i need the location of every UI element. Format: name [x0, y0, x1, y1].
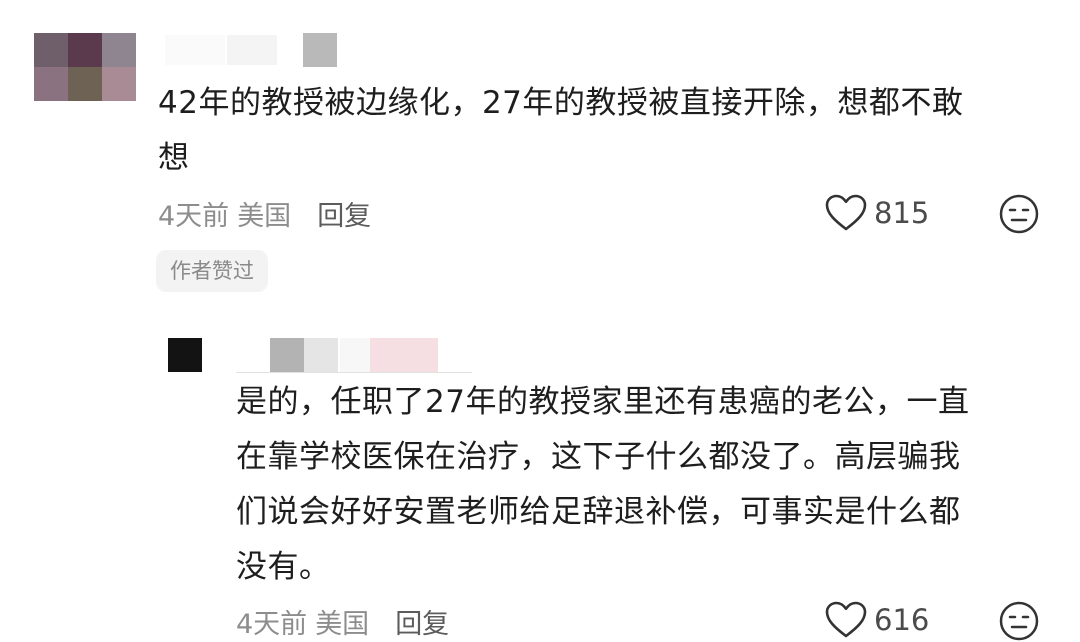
like-button[interactable]: 815 — [824, 193, 929, 233]
reply-text-line: 们说会好好安置老师给足辞退补偿，可事实是什么都 — [236, 494, 961, 530]
author-liked-badge: 作者赞过 — [156, 250, 268, 292]
reply-like-button[interactable]: 616 — [824, 600, 929, 640]
reply-button[interactable]: 回复 — [317, 201, 371, 232]
reply-username-obscured[interactable] — [236, 334, 476, 374]
reply-text-line: 是的，任职了27年的教授家里还有患癌的老公，一直 — [236, 384, 970, 420]
comment-text-line: 想 — [158, 140, 190, 176]
comment-text-line: 42年的教授被边缘化，27年的教授被直接开除，想都不敢 — [158, 85, 964, 121]
username-obscured[interactable] — [165, 33, 337, 67]
heart-outline-icon — [825, 601, 867, 638]
neutral-face-icon — [999, 601, 1039, 641]
reply-text-line: 没有。 — [236, 549, 331, 585]
neutral-face-icon — [999, 194, 1039, 234]
reply-time: 4天前 — [236, 609, 308, 640]
reply-meta: 4天前 美国 回复 — [236, 602, 449, 641]
comment-time: 4天前 — [158, 201, 230, 232]
like-count: 815 — [874, 196, 930, 230]
comment-thread: 42年的教授被边缘化，27年的教授被直接开除，想都不敢 想 4天前 美国 回复 81… — [0, 0, 1080, 642]
dislike-button[interactable] — [998, 193, 1040, 239]
reply-like-count: 616 — [874, 603, 930, 637]
comment-location: 美国 — [237, 201, 292, 232]
avatar[interactable] — [34, 33, 136, 101]
heart-outline-icon — [825, 194, 867, 231]
reply-dislike-button[interactable] — [998, 600, 1040, 642]
reply-avatar[interactable] — [168, 338, 202, 372]
reply-reply-button[interactable]: 回复 — [395, 609, 449, 640]
reply-location: 美国 — [315, 609, 370, 640]
comment-meta: 4天前 美国 回复 — [158, 194, 371, 233]
comment-text: 42年的教授被边缘化，27年的教授被直接开除，想都不敢 想 — [158, 76, 963, 186]
reply-text: 是的，任职了27年的教授家里还有患癌的老公，一直 在靠学校医保在治疗，这下子什么… — [236, 375, 969, 595]
reply-text-line: 在靠学校医保在治疗，这下子什么都没了。高层骗我 — [236, 439, 961, 475]
